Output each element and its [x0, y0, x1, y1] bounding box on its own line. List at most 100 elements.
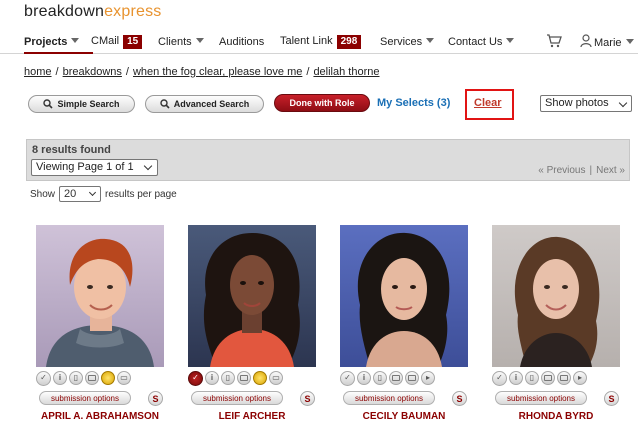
simple-search-button[interactable]: Simple Search	[28, 95, 135, 113]
nav-talent-link[interactable]: Talent Link 298	[280, 35, 362, 49]
breakdown-express-logo[interactable]: breakdownexpress	[24, 3, 162, 21]
search-icon	[160, 99, 170, 109]
info-icon[interactable]: i	[357, 371, 371, 385]
done-with-role-label: Done with Role	[289, 98, 355, 108]
clear-link[interactable]: Clear	[474, 97, 502, 109]
breadcrumb-home[interactable]: home	[24, 66, 52, 78]
per-page-label: results per page	[105, 188, 177, 200]
talent-card: ✓ i ▯ ▸ submission options S RHONDA BYRD	[492, 225, 620, 425]
cart-icon[interactable]	[546, 34, 562, 48]
card-action-icons: ✓ i ▯ ▭	[36, 370, 164, 386]
s-button[interactable]: S	[148, 391, 163, 406]
nav-auditions[interactable]: Auditions	[219, 36, 264, 48]
talent-headshot-photo[interactable]	[492, 225, 620, 367]
page-select[interactable]: Viewing Page 1 of 1	[31, 159, 158, 176]
done-with-role-button[interactable]: Done with Role	[274, 94, 370, 112]
user-icon[interactable]	[580, 34, 592, 48]
resume-icon[interactable]	[85, 371, 99, 385]
submission-row: submission options S	[492, 391, 620, 407]
note-icon[interactable]: ▯	[69, 371, 83, 385]
chevron-down-icon	[88, 188, 97, 197]
nav-clients[interactable]: Clients	[158, 36, 204, 48]
select-checkmark-icon[interactable]: ✓	[492, 370, 507, 386]
select-checkmark-icon[interactable]: ✓	[36, 370, 51, 386]
resume-icon[interactable]	[389, 371, 403, 385]
talent-headshot-photo[interactable]	[36, 225, 164, 367]
talent-name[interactable]: CECILY BAUMAN	[340, 411, 468, 422]
submission-row: submission options S	[188, 391, 316, 407]
nav-services[interactable]: Services	[380, 36, 435, 48]
chevron-down-icon	[426, 38, 435, 43]
nav-projects-label: Projects	[24, 36, 68, 48]
info-icon[interactable]: i	[509, 371, 523, 385]
folder-icon[interactable]	[405, 371, 419, 385]
breadcrumb-breakdowns[interactable]: breakdowns	[63, 66, 122, 78]
breadcrumb-role[interactable]: delilah thorne	[313, 66, 379, 78]
nav-cmail-label: CMail	[91, 35, 120, 47]
breadcrumb-separator: /	[306, 66, 310, 78]
talent-headshot-photo[interactable]	[340, 225, 468, 367]
nav-talent-link-label: Talent Link	[280, 35, 333, 47]
advanced-search-button[interactable]: Advanced Search	[145, 95, 264, 113]
chevron-down-icon	[506, 38, 515, 43]
resume-icon[interactable]	[237, 371, 251, 385]
s-button[interactable]: S	[300, 391, 315, 406]
tag-icon[interactable]: ▭	[117, 371, 131, 385]
folder-icon[interactable]	[557, 371, 571, 385]
info-icon[interactable]: i	[53, 371, 67, 385]
talent-link-count-badge: 298	[336, 35, 362, 49]
user-menu[interactable]: Marie	[594, 37, 634, 49]
breadcrumb-separator: /	[125, 66, 129, 78]
talent-card: ✓ i ▯ ▸ submission options S CECILY BAUM…	[340, 225, 468, 425]
talent-name[interactable]: RHONDA BYRD	[492, 411, 620, 422]
submission-row: submission options S	[340, 391, 468, 407]
info-icon[interactable]: i	[205, 371, 219, 385]
folder-icon[interactable]	[253, 371, 267, 385]
next-page-link[interactable]: Next »	[596, 165, 625, 176]
user-name: Marie	[594, 37, 622, 49]
submission-options-button[interactable]: submission options	[495, 391, 587, 405]
video-icon[interactable]: ▸	[421, 371, 435, 385]
search-icon	[43, 99, 54, 109]
talent-name[interactable]: APRIL A. ABRAHAMSON	[36, 411, 164, 422]
talent-headshot-photo[interactable]	[188, 225, 316, 367]
resume-icon[interactable]	[541, 371, 555, 385]
view-mode-select[interactable]: Show photos	[540, 95, 632, 112]
note-icon[interactable]: ▯	[525, 371, 539, 385]
nav-cmail[interactable]: CMail 15	[91, 35, 143, 49]
submission-options-button[interactable]: submission options	[343, 391, 435, 405]
talent-card: ✓ i ▯ ▭ submission options S APRIL A. AB…	[36, 225, 164, 425]
s-button[interactable]: S	[452, 391, 467, 406]
breadcrumb-separator: /	[55, 66, 59, 78]
chevron-down-icon	[625, 39, 634, 44]
note-icon[interactable]: ▯	[221, 371, 235, 385]
s-button[interactable]: S	[604, 391, 619, 406]
submission-options-button[interactable]: submission options	[39, 391, 131, 405]
show-label: Show	[30, 188, 56, 200]
chevron-down-icon	[71, 38, 80, 43]
folder-icon[interactable]	[101, 371, 115, 385]
select-checkmark-icon[interactable]: ✓	[188, 370, 203, 386]
nav-auditions-label: Auditions	[219, 36, 265, 48]
card-action-icons: ✓ i ▯ ▸	[340, 370, 468, 386]
cmail-count-badge: 15	[123, 35, 143, 49]
select-checkmark-icon[interactable]: ✓	[340, 370, 355, 386]
nav-services-label: Services	[380, 36, 423, 48]
page-select-value: Viewing Page 1 of 1	[36, 161, 134, 173]
per-page-value: 20	[64, 188, 77, 200]
nav-contact-us[interactable]: Contact Us	[448, 36, 515, 48]
submission-options-button[interactable]: submission options	[191, 391, 283, 405]
pager: « Previous | Next »	[538, 165, 625, 176]
talent-name[interactable]: LEIF ARCHER	[188, 411, 316, 422]
previous-page-link[interactable]: « Previous	[538, 165, 585, 176]
video-icon[interactable]: ▸	[573, 371, 587, 385]
my-selects-link[interactable]: My Selects (3)	[377, 97, 450, 109]
breadcrumb-project[interactable]: when the fog clear, please love me	[133, 66, 302, 78]
logo-text-breakdown: breakdown	[24, 3, 105, 20]
tag-icon[interactable]: ▭	[269, 371, 283, 385]
nav-projects[interactable]: Projects	[24, 36, 94, 54]
results-bar: 8 results found Viewing Page 1 of 1 « Pr…	[26, 139, 630, 181]
advanced-search-label: Advanced Search	[173, 99, 250, 109]
note-icon[interactable]: ▯	[373, 371, 387, 385]
per-page-select[interactable]: 20	[59, 186, 102, 202]
